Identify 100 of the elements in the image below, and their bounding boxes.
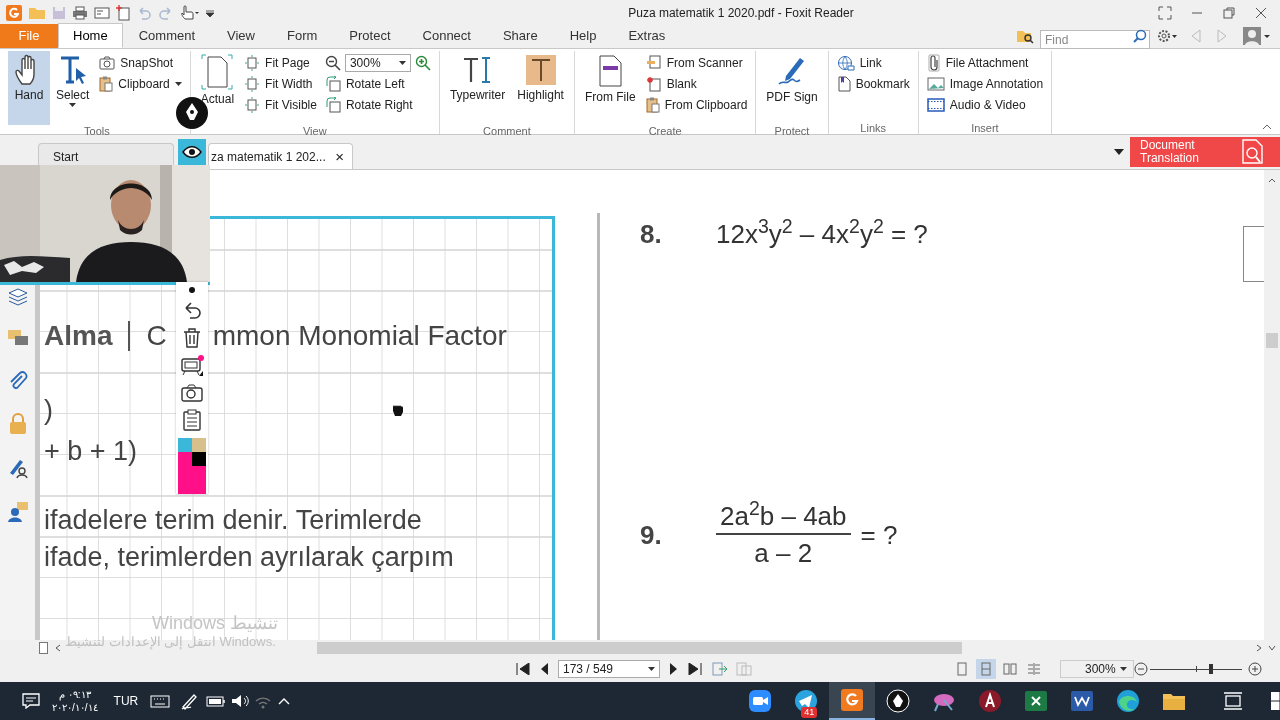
- color-swatch[interactable]: [192, 452, 206, 466]
- language-indicator[interactable]: TUR: [113, 692, 139, 710]
- zoom-slider[interactable]: [1150, 662, 1242, 676]
- ribbon-tab[interactable]: View: [214, 24, 268, 48]
- trash-icon[interactable]: [183, 328, 201, 348]
- search-icon[interactable]: [1133, 28, 1147, 43]
- ribbon-button[interactable]: Fit Visible: [244, 95, 317, 115]
- group-label: View: [302, 125, 328, 137]
- mail-icon[interactable]: [94, 6, 110, 19]
- ribbon-tab[interactable]: Connect: [409, 24, 484, 48]
- last-page-icon[interactable]: [688, 663, 702, 675]
- horizontal-scrollbar-thumb[interactable]: [317, 642, 962, 654]
- bookmark-icon: [836, 76, 851, 92]
- pen-icon[interactable]: [180, 692, 199, 710]
- new-document-icon[interactable]: [116, 4, 130, 21]
- color-swatch[interactable]: [192, 438, 206, 452]
- ribbon-button[interactable]: Rotate Left: [324, 74, 431, 94]
- ribbon-button[interactable]: From Scanner: [645, 53, 748, 73]
- dot-icon[interactable]: [188, 286, 196, 294]
- group-label: Tools: [83, 125, 111, 137]
- action-center-icon[interactable]: [22, 693, 40, 709]
- ribbon-tab[interactable]: Extras: [615, 24, 679, 48]
- ribbon-tab[interactable]: Comment: [125, 24, 209, 48]
- ribbon-button[interactable]: Typewriter: [443, 51, 512, 125]
- layers-icon[interactable]: [6, 287, 29, 307]
- user-comment-icon[interactable]: [6, 501, 29, 523]
- document-translation-button[interactable]: Document Translation: [1130, 136, 1280, 167]
- ribbon-tab[interactable]: Home: [58, 23, 123, 48]
- camera-icon[interactable]: [181, 384, 203, 402]
- close-icon[interactable]: [1254, 5, 1268, 20]
- ribbon-tab[interactable]: Form: [274, 24, 331, 48]
- clipboard-icon[interactable]: [183, 409, 201, 431]
- zoom-out-icon[interactable]: [1134, 662, 1148, 676]
- ribbon-button[interactable]: PDF Sign: [760, 51, 824, 125]
- tab-list-icon[interactable]: [1114, 148, 1124, 155]
- page-arrows-icon[interactable]: [712, 662, 728, 676]
- keyboard-icon[interactable]: [150, 694, 171, 708]
- clock[interactable]: ٠٩:١٣ م ٢٠٢٠/١٠/١٤: [52, 688, 98, 714]
- split-icon[interactable]: [39, 642, 48, 654]
- scrollbar-thumb[interactable]: [1266, 333, 1278, 348]
- ribbon-button[interactable]: Actual: [194, 51, 241, 125]
- projector-icon[interactable]: [180, 355, 204, 377]
- ribbon-tab[interactable]: Protect: [336, 24, 404, 48]
- page-arrows-icon: [244, 76, 261, 92]
- eye-button[interactable]: [178, 139, 206, 165]
- battery-icon[interactable]: [206, 694, 227, 708]
- pen-person-icon[interactable]: [7, 457, 28, 479]
- find-field[interactable]: Find: [1040, 30, 1150, 49]
- scroll-left-icon[interactable]: [55, 644, 61, 652]
- app-logo-icon[interactable]: [6, 4, 22, 21]
- collapse-icon[interactable]: [1262, 124, 1272, 130]
- tab-close-button[interactable]: ×: [335, 149, 344, 164]
- volume-icon[interactable]: [230, 693, 251, 709]
- ribbon-button[interactable]: From File: [578, 51, 642, 125]
- ribbon-button[interactable]: File Attachment: [926, 53, 1044, 73]
- ribbon-button[interactable]: Highlight: [511, 51, 570, 125]
- ribbon-button[interactable]: Blank: [645, 74, 748, 94]
- previous-page-icon[interactable]: [540, 663, 548, 675]
- zoom-dropdown[interactable]: 300%: [344, 54, 411, 72]
- ribbon-button[interactable]: Bookmark: [836, 74, 910, 94]
- scroll-down-icon[interactable]: [1268, 645, 1276, 651]
- user-avatar-icon[interactable]: [1242, 26, 1270, 46]
- folder-search-icon[interactable]: [1016, 28, 1034, 44]
- ribbon-button[interactable]: Link: [836, 53, 910, 73]
- zoom-field[interactable]: 300%: [1060, 660, 1134, 678]
- ribbon-button[interactable]: From Clipboard: [645, 95, 748, 115]
- hand-pointer-icon[interactable]: [180, 4, 200, 21]
- document-tab[interactable]: za matematik 1 202... ×: [208, 143, 353, 169]
- ribbon-button[interactable]: Image Annotation: [926, 74, 1044, 94]
- hand-cursor-icon: [392, 404, 404, 416]
- ribbon-tab[interactable]: Share: [489, 24, 551, 48]
- scroll-right-icon[interactable]: [1256, 644, 1262, 652]
- chevron-up-icon[interactable]: [278, 697, 291, 705]
- ribbon-button[interactable]: Hand: [8, 51, 50, 125]
- ribbon-button[interactable]: Select: [50, 51, 96, 125]
- print-icon[interactable]: [72, 5, 88, 20]
- zoom-out-icon[interactable]: [324, 55, 341, 71]
- color-swatch[interactable]: [178, 438, 192, 452]
- ribbon-tab[interactable]: Help: [556, 24, 610, 48]
- color-swatch[interactable]: [178, 452, 192, 494]
- taskbar-app-button[interactable]: 41: [783, 682, 830, 720]
- taskbar-app-button[interactable]: [829, 682, 876, 720]
- ribbon-button[interactable]: Audio & Video: [926, 95, 1044, 115]
- ribbon-button[interactable]: SnapShot: [99, 53, 182, 73]
- task-view-icon[interactable]: [1223, 692, 1244, 710]
- first-page-icon[interactable]: [516, 663, 530, 675]
- ribbon-button[interactable]: Fit Width: [244, 74, 317, 94]
- page-layout-icon: [979, 662, 993, 676]
- vertical-scrollbar[interactable]: [1264, 170, 1280, 640]
- restore-icon[interactable]: [1222, 5, 1236, 20]
- next-page-icon[interactable]: [670, 663, 678, 675]
- gear-icon[interactable]: [1156, 28, 1178, 44]
- zoom-in-icon[interactable]: [414, 55, 431, 71]
- ribbon-button[interactable]: Clipboard: [99, 74, 182, 94]
- ribbon-button[interactable]: Fit Page: [244, 53, 317, 73]
- zoom-in-icon[interactable]: [1248, 662, 1262, 676]
- customize-icon[interactable]: [206, 8, 214, 17]
- ribbon-button[interactable]: Rotate Right: [324, 95, 431, 115]
- slider-thumb[interactable]: [1208, 664, 1213, 674]
- page-number-field[interactable]: 173 / 549: [558, 660, 660, 678]
